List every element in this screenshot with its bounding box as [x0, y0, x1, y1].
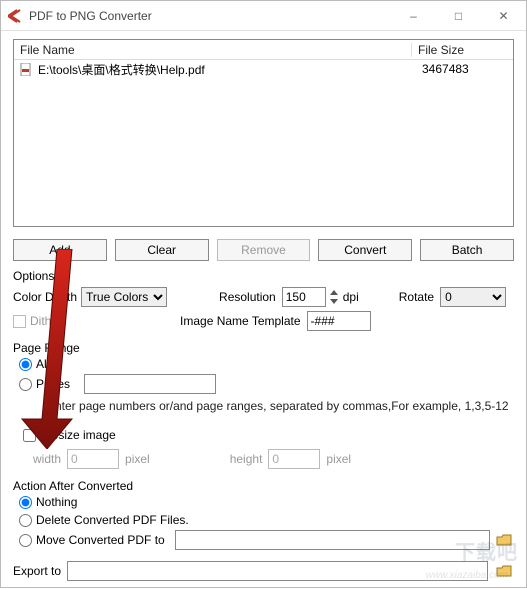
file-list[interactable]: File Name File Size E:\tools\桌面\格式转换\Hel… [13, 39, 514, 227]
page-range-hint: Enter page numbers or/and page ranges, s… [47, 399, 514, 413]
resize-height-label: height [230, 452, 263, 466]
image-name-template-label: Image Name Template [180, 314, 301, 328]
remove-button[interactable]: Remove [217, 239, 311, 261]
title-bar: PDF to PNG Converter – □ ✕ [1, 1, 526, 31]
window-title: PDF to PNG Converter [29, 9, 152, 23]
page-range-label: Page Range [13, 341, 514, 355]
file-size-cell: 3467483 [416, 62, 513, 76]
close-button[interactable]: ✕ [481, 1, 526, 31]
image-name-template-input[interactable] [307, 311, 371, 331]
page-range-pages-radio[interactable] [19, 378, 32, 391]
action-nothing-radio[interactable] [19, 496, 32, 509]
resize-width-unit: pixel [125, 452, 150, 466]
add-button[interactable]: Add [13, 239, 107, 261]
color-depth-label: Color Depth [13, 290, 77, 304]
rotate-select[interactable]: 0 [440, 287, 506, 307]
page-range-pages-input[interactable] [84, 374, 216, 394]
resize-checkbox[interactable] [23, 429, 36, 442]
browse-export-folder-button[interactable] [494, 562, 514, 580]
convert-button[interactable]: Convert [318, 239, 412, 261]
resize-label: Resize image [43, 428, 116, 442]
action-move-radio[interactable] [19, 534, 32, 547]
browse-move-folder-button[interactable] [494, 531, 514, 549]
maximize-button[interactable]: □ [436, 1, 481, 31]
resolution-unit: dpi [343, 290, 359, 304]
app-icon [7, 8, 23, 24]
action-move-path-input[interactable] [175, 530, 490, 550]
pdf-file-icon [18, 62, 34, 76]
action-move-label: Move Converted PDF to [36, 533, 165, 547]
resolution-label: Resolution [219, 290, 276, 304]
action-nothing-label: Nothing [36, 495, 77, 509]
color-depth-select[interactable]: True Colors [81, 287, 167, 307]
action-button-row: Add Clear Remove Convert Batch [13, 239, 514, 261]
resize-height-input [268, 449, 320, 469]
action-delete-radio[interactable] [19, 514, 32, 527]
resolution-stepper[interactable] [327, 288, 340, 306]
resize-height-unit: pixel [326, 452, 351, 466]
dither-checkbox [13, 315, 26, 328]
batch-button[interactable]: Batch [420, 239, 514, 261]
minimize-button[interactable]: – [391, 1, 436, 31]
page-range-pages-label: Pages [36, 377, 70, 391]
col-filesize[interactable]: File Size [412, 43, 513, 57]
list-header: File Name File Size [14, 40, 513, 60]
clear-button[interactable]: Clear [115, 239, 209, 261]
file-name-cell: E:\tools\桌面\格式转换\Help.pdf [38, 61, 416, 78]
page-range-all-radio[interactable] [19, 358, 32, 371]
resize-width-label: width [33, 452, 61, 466]
action-delete-label: Delete Converted PDF Files. [36, 513, 189, 527]
page-range-all-label: All [36, 357, 49, 371]
action-label: Action After Converted [13, 479, 514, 493]
rotate-label: Rotate [399, 290, 434, 304]
col-filename[interactable]: File Name [14, 43, 412, 57]
resolution-input[interactable] [282, 287, 326, 307]
dither-label: Dither [30, 314, 62, 328]
resize-width-input [67, 449, 119, 469]
table-row[interactable]: E:\tools\桌面\格式转换\Help.pdf 3467483 [14, 60, 513, 78]
export-to-label: Export to [13, 564, 61, 578]
options-label: Options [13, 269, 514, 283]
export-to-input[interactable] [67, 561, 488, 581]
